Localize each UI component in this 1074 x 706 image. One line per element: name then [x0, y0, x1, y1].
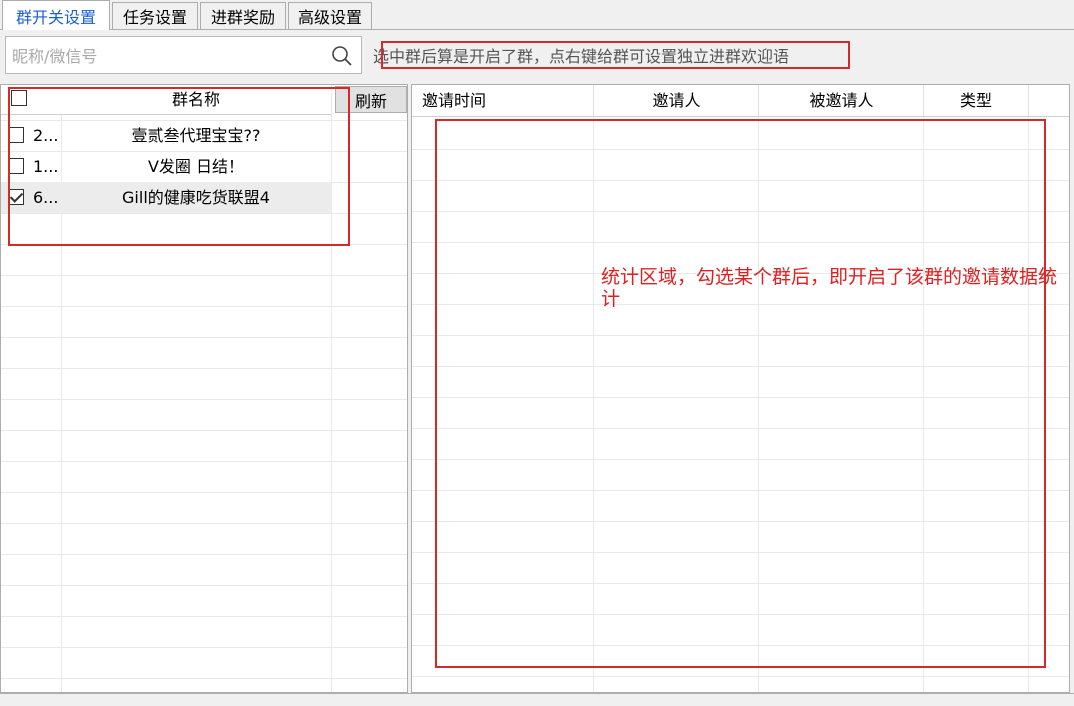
stats-area-annotation: 统计区域，勾选某个群后，即开启了该群的邀请数据统计: [601, 266, 1058, 310]
tab-advanced-settings[interactable]: 高级设置: [288, 2, 372, 29]
hint-highlight-box: [381, 41, 850, 69]
select-all-checkbox[interactable]: [11, 90, 27, 106]
grid-line: [412, 428, 1069, 429]
grid-line: [331, 85, 332, 692]
grid-line: [412, 180, 1069, 181]
grid-line: [412, 676, 1069, 677]
column-divider: [1028, 85, 1029, 116]
grid-line: [412, 645, 1069, 646]
tab-bar-divider: [0, 29, 1074, 30]
grid-line: [758, 85, 759, 692]
group-id: 1...: [33, 157, 59, 176]
status-bar: [0, 693, 1074, 706]
group-list-panel: 群名称 刷新 2... 壹贰叁代理宝宝?? 1... V发圈 日结！ 6... …: [0, 84, 408, 693]
grid-line: [923, 85, 924, 692]
grid-line: [593, 85, 594, 692]
table-row[interactable]: 6... Gill的健康吃货联盟4: [1, 182, 331, 213]
grid-line: [412, 366, 1069, 367]
tab-join-reward[interactable]: 进群奖励: [200, 2, 286, 29]
column-header-invite-time[interactable]: 邀请时间: [422, 85, 486, 116]
refresh-button[interactable]: 刷新: [335, 86, 407, 113]
tab-bar: 群开关设置 任务设置 进群奖励 高级设置: [0, 0, 1074, 30]
grid-line: [412, 149, 1069, 150]
group-name-column-header: 群名称: [171, 90, 220, 109]
column-header-type[interactable]: 类型: [924, 85, 1028, 116]
grid-line: [1028, 85, 1029, 692]
row-checkbox[interactable]: [8, 189, 24, 205]
grid-line: [412, 490, 1069, 491]
invite-stats-panel: 邀请时间 邀请人 被邀请人 类型: [411, 84, 1070, 693]
group-id: 6...: [33, 188, 59, 207]
group-name: Gill的健康吃货联盟4: [122, 188, 270, 207]
group-name: V发圈 日结！: [147, 157, 245, 176]
grid-line: [412, 521, 1069, 522]
grid-line: [412, 552, 1069, 553]
grid-line: [412, 614, 1069, 615]
tab-task-settings[interactable]: 任务设置: [112, 2, 198, 29]
grid-line: [412, 211, 1069, 212]
row-checkbox[interactable]: [8, 127, 24, 143]
search-box: [5, 36, 362, 74]
row-checkbox[interactable]: [8, 158, 24, 174]
group-name: 壹贰叁代理宝宝??: [131, 126, 261, 145]
grid-line: [412, 583, 1069, 584]
search-icon[interactable]: [331, 45, 353, 67]
grid-line: [412, 459, 1069, 460]
table-row[interactable]: 2... 壹贰叁代理宝宝??: [1, 120, 331, 151]
group-id: 2...: [33, 126, 59, 145]
group-list-header: 群名称: [1, 85, 331, 115]
grid-line: [412, 335, 1069, 336]
grid-line: [412, 242, 1069, 243]
column-header-invitee[interactable]: 被邀请人: [759, 85, 924, 116]
search-input[interactable]: [10, 41, 314, 71]
column-header-inviter[interactable]: 邀请人: [594, 85, 759, 116]
tab-group-switch[interactable]: 群开关设置: [2, 0, 110, 30]
grid-line: [412, 397, 1069, 398]
table-row[interactable]: 1... V发圈 日结！: [1, 151, 331, 182]
invite-table-header: 邀请时间 邀请人 被邀请人 类型: [412, 85, 1069, 117]
